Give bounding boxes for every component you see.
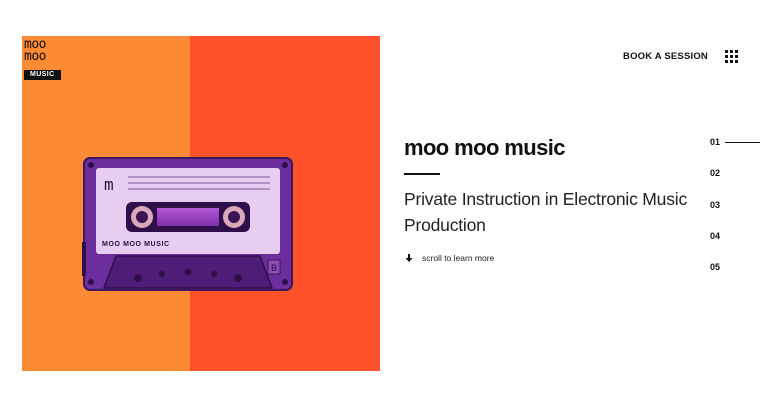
cassette-label-letter: m xyxy=(104,175,114,194)
book-session-link[interactable]: BOOK A SESSION xyxy=(623,51,708,62)
cassette-label-text: MOO MOO MUSIC xyxy=(102,241,170,248)
pager-item-01[interactable]: 01 xyxy=(710,137,760,168)
cassette-side: B xyxy=(271,263,277,273)
pager-active-line xyxy=(725,142,760,143)
slide-pager: 01 02 03 04 05 xyxy=(710,137,760,293)
hero-image: moo moo MUSIC m MOO MOO MUSIC B xyxy=(22,36,380,371)
pager-item-02[interactable]: 02 xyxy=(710,168,760,199)
logo[interactable]: moo moo MUSIC xyxy=(24,38,68,81)
page-title: moo moo music xyxy=(404,135,565,160)
pager-label: 01 xyxy=(710,137,721,147)
cassette-tape-image: m MOO MOO MUSIC B xyxy=(82,157,293,291)
grid-menu-icon[interactable] xyxy=(725,50,738,63)
scroll-cta-label: scroll to learn more xyxy=(422,253,495,263)
top-nav: BOOK A SESSION xyxy=(623,50,738,63)
logo-line-2: moo xyxy=(24,49,46,64)
arrow-down-icon xyxy=(405,254,413,262)
title-divider xyxy=(404,173,440,175)
hero-content: moo moo music Private Instruction in Ele… xyxy=(404,135,704,263)
pager-label: 04 xyxy=(710,230,721,241)
pager-item-03[interactable]: 03 xyxy=(710,200,760,231)
pager-item-05[interactable]: 05 xyxy=(710,262,760,293)
screw xyxy=(88,279,94,285)
screw xyxy=(88,162,94,168)
pager-label: 05 xyxy=(710,262,721,273)
pager-label: 02 xyxy=(710,168,721,179)
tape-window-glass xyxy=(157,208,219,226)
scroll-cta[interactable]: scroll to learn more xyxy=(404,253,704,263)
screw xyxy=(282,162,288,168)
screw xyxy=(282,279,288,285)
logo-tag: MUSIC xyxy=(24,70,61,80)
page-subtitle: Private Instruction in Electronic Music … xyxy=(404,189,688,235)
pager-item-04[interactable]: 04 xyxy=(710,231,760,262)
pager-label: 03 xyxy=(710,199,721,210)
